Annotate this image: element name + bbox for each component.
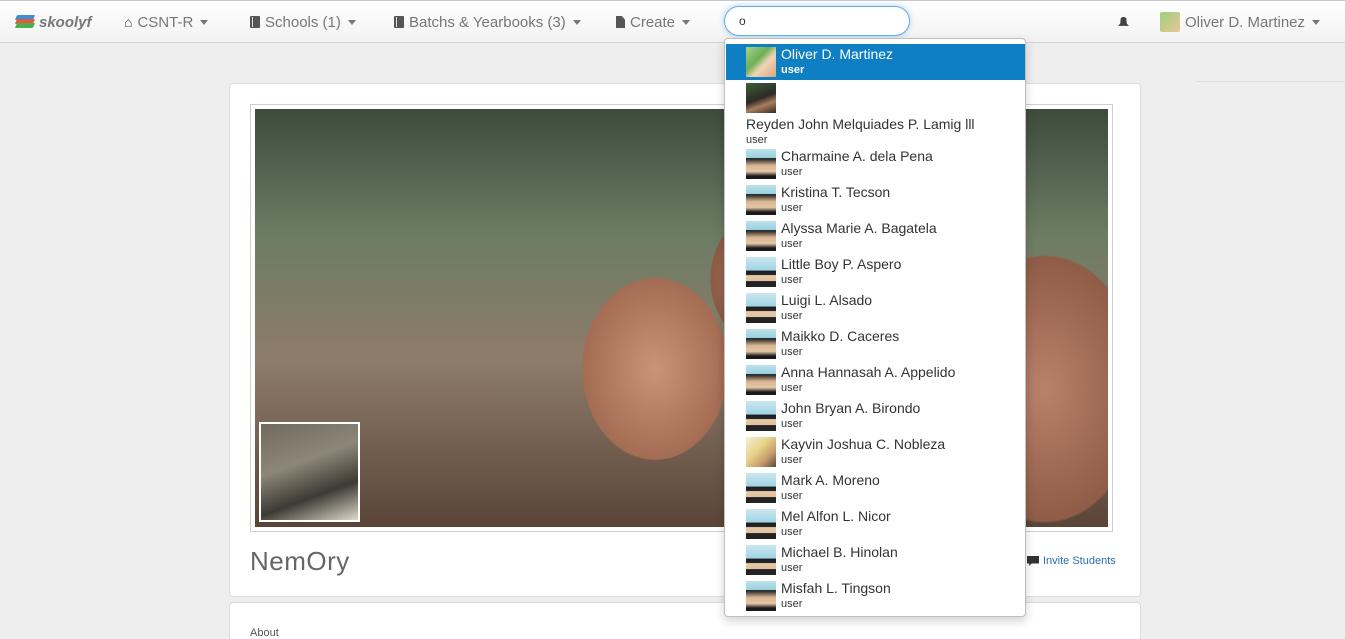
result-role: user (781, 166, 803, 178)
search-result-item[interactable]: Maikko D. Caceres user (726, 326, 1025, 362)
create-menu[interactable]: Create (616, 1, 691, 43)
result-role: user (781, 274, 803, 286)
book-icon (250, 16, 260, 28)
result-role: user (781, 526, 803, 538)
create-label: Create (630, 13, 676, 31)
about-heading: About (250, 627, 279, 639)
search-result-item[interactable]: Anna Hannasah A. Appelido user (726, 362, 1025, 398)
batchs-label: Batchs & Yearbooks (3) (409, 13, 566, 31)
document-icon (616, 16, 625, 28)
home-menu[interactable]: ⌂ CSNT-R (124, 1, 209, 43)
divider (1196, 81, 1345, 82)
schools-label: Schools (1) (265, 13, 341, 31)
top-navbar: skoolyf ⌂ CSNT-R Schools (1) Batchs & Ye… (0, 0, 1345, 43)
result-name: Mark A. Moreno (781, 472, 880, 488)
avatar (746, 83, 776, 113)
avatar (746, 293, 776, 323)
home-label: CSNT-R (137, 13, 194, 31)
result-role: user (746, 134, 768, 146)
result-role: user (781, 598, 803, 610)
result-role: user (781, 454, 803, 466)
batchs-menu[interactable]: Batchs & Yearbooks (3) (394, 1, 581, 43)
search-result-item[interactable]: Reyden John Melquiades P. Lamig lll user (726, 80, 1025, 146)
avatar (746, 185, 776, 215)
result-role: user (781, 310, 803, 322)
result-role: user (781, 562, 803, 574)
result-name: Kayvin Joshua C. Nobleza (781, 436, 946, 452)
search-result-item[interactable]: Luigi L. Alsado user (726, 290, 1025, 326)
schools-menu[interactable]: Schools (1) (250, 1, 356, 43)
result-name: Kristina T. Tecson (781, 184, 891, 200)
avatar (746, 47, 776, 77)
avatar (746, 545, 776, 575)
avatar (746, 473, 776, 503)
notifications-button[interactable] (1118, 1, 1129, 43)
invite-label: Invite Students (1043, 555, 1116, 567)
chevron-down-icon (1312, 19, 1321, 25)
result-name: Little Boy P. Aspero (781, 256, 902, 272)
result-role: user (781, 490, 803, 502)
search-result-item[interactable]: Kristina T. Tecson user (726, 182, 1025, 218)
result-name: Maikko D. Caceres (781, 328, 900, 344)
avatar (1160, 12, 1180, 32)
result-role: user (781, 64, 805, 76)
brand-name: skoolyf (39, 13, 92, 31)
result-name: John Bryan A. Birondo (781, 400, 921, 416)
search-result-item[interactable]: Little Boy P. Aspero user (726, 254, 1025, 290)
book-icon (394, 16, 404, 28)
search-result-item[interactable]: John Bryan A. Birondo user (726, 398, 1025, 434)
home-icon: ⌂ (124, 14, 133, 30)
result-name: Charmaine A. dela Pena (781, 148, 933, 164)
avatar (746, 581, 776, 611)
page-title: NemOry (250, 546, 350, 576)
books-logo-icon (14, 15, 36, 29)
result-role: user (781, 202, 803, 214)
result-role: user (781, 238, 803, 250)
search-result-item[interactable]: Charmaine A. dela Pena user (726, 146, 1025, 182)
avatar (746, 329, 776, 359)
result-name: Misfah L. Tingson (781, 580, 891, 596)
result-name: Reyden John Melquiades P. Lamig lll (746, 116, 975, 132)
result-role: user (781, 418, 803, 430)
search-result-item[interactable]: Michael B. Hinolan user (726, 542, 1025, 578)
result-name: Anna Hannasah A. Appelido (781, 364, 956, 380)
avatar (746, 401, 776, 431)
search-result-item[interactable]: Mel Alfon L. Nicor user (726, 506, 1025, 542)
user-name: Oliver D. Martinez (1185, 13, 1306, 31)
chevron-down-icon (347, 19, 356, 25)
profile-photo[interactable] (259, 422, 360, 522)
invite-students-link[interactable]: Invite Students (1027, 555, 1116, 567)
search-results-dropdown: Oliver D. Martinez user Reyden John Melq… (724, 38, 1026, 617)
avatar (746, 365, 776, 395)
search-result-item[interactable]: Alyssa Marie A. Bagatela user (726, 218, 1025, 254)
result-role: user (781, 382, 803, 394)
bell-icon (1118, 16, 1129, 26)
result-name: Oliver D. Martinez (781, 46, 894, 62)
search-input[interactable] (724, 6, 910, 36)
search-result-item[interactable]: Oliver D. Martinez user (726, 44, 1025, 80)
avatar (746, 221, 776, 251)
chevron-down-icon (572, 19, 581, 25)
chevron-down-icon (682, 19, 691, 25)
search-result-item[interactable]: Misfah L. Tingson user (726, 578, 1025, 614)
avatar (746, 437, 776, 467)
avatar (746, 257, 776, 287)
result-name: Luigi L. Alsado (781, 292, 873, 308)
comment-icon (1027, 556, 1039, 566)
result-name: Mel Alfon L. Nicor (781, 508, 891, 524)
avatar (746, 149, 776, 179)
avatar (746, 509, 776, 539)
search-result-item[interactable]: Mark A. Moreno user (726, 470, 1025, 506)
result-role: user (781, 346, 803, 358)
result-name: Michael B. Hinolan (781, 544, 898, 560)
result-name: Alyssa Marie A. Bagatela (781, 220, 937, 236)
user-menu[interactable]: Oliver D. Martinez (1160, 1, 1321, 43)
brand-link[interactable]: skoolyf (14, 1, 92, 43)
chevron-down-icon (200, 19, 209, 25)
search-result-item[interactable]: Kayvin Joshua C. Nobleza user (726, 434, 1025, 470)
